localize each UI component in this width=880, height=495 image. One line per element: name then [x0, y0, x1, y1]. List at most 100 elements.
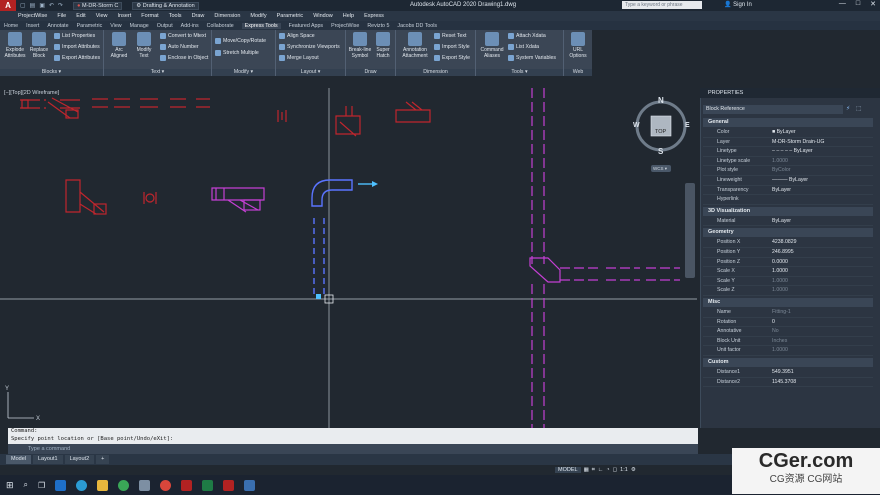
layout-group-label[interactable]: Layout ▾: [276, 69, 345, 76]
auto-number-button[interactable]: Auto Number: [160, 44, 199, 50]
property-section-misc[interactable]: Misc: [703, 298, 873, 307]
arc-aligned-button[interactable]: Arc Aligned: [106, 32, 132, 59]
property-row[interactable]: Layer M-DR-Storm Drain-UG: [703, 138, 873, 148]
ribbon-tab-manage[interactable]: Manage: [130, 23, 149, 29]
compass-north[interactable]: N: [658, 96, 664, 105]
system-variables-button[interactable]: System Variables: [508, 55, 556, 61]
property-value[interactable]: 246.8995: [772, 248, 794, 258]
list-properties-button[interactable]: List Properties: [54, 33, 95, 39]
vertical-scrollbar[interactable]: [685, 183, 695, 278]
model-space-toggle[interactable]: MODEL: [555, 467, 581, 473]
property-value[interactable]: 1145.3708: [772, 378, 796, 388]
excel-icon[interactable]: [202, 479, 214, 491]
layout-tab-add[interactable]: +: [96, 455, 110, 464]
reset-text-button[interactable]: Reset Text: [434, 33, 466, 39]
save-icon[interactable]: ▣: [39, 2, 45, 9]
blue-elbow-selected[interactable]: [311, 179, 378, 298]
property-row[interactable]: Block Unit Inches: [703, 337, 873, 347]
text-group-label[interactable]: Text ▾: [104, 69, 211, 76]
property-row[interactable]: Lineweight ——— ByLayer: [703, 176, 873, 186]
ribbon-tab-insert[interactable]: Insert: [26, 23, 39, 29]
menu-item-window[interactable]: Window: [313, 13, 333, 19]
windows-start-icon[interactable]: ⊞: [6, 480, 14, 491]
property-row[interactable]: Distance2 1145.3708: [703, 378, 873, 388]
property-row[interactable]: Color ■ ByLayer: [703, 128, 873, 138]
gear-icon[interactable]: ⚙: [631, 467, 636, 473]
command-aliases-button[interactable]: Command Aliases: [478, 32, 506, 59]
property-value[interactable]: 549.3951: [772, 368, 794, 378]
menu-item-tools[interactable]: Tools: [169, 13, 182, 19]
sign-in-button[interactable]: 👤 Sign In: [724, 1, 752, 8]
menu-item-projectwise[interactable]: ProjectWise: [18, 13, 47, 19]
property-value[interactable]: 1.0000: [772, 346, 788, 356]
selection-dropdown[interactable]: Block Reference: [703, 105, 843, 114]
property-value[interactable]: Inches: [772, 337, 787, 347]
chrome-icon[interactable]: [118, 479, 130, 491]
app-icon-2[interactable]: [244, 479, 256, 491]
quick-select-icon[interactable]: ⚡: [846, 105, 850, 112]
osnap-icon[interactable]: ◻: [613, 467, 618, 473]
property-row[interactable]: Scale Z 1.0000: [703, 286, 873, 296]
annotation-attachment-button[interactable]: Annotation Attachment: [398, 32, 432, 59]
property-row[interactable]: Plot style ByColor: [703, 166, 873, 176]
align-space-button[interactable]: Align Space: [279, 33, 315, 39]
workspace-dropdown[interactable]: ⚙ Drafting & Annotation: [132, 1, 199, 10]
autocad-logo-icon[interactable]: A: [0, 0, 16, 11]
move-copy-rotate-button[interactable]: Move/Copy/Rotate: [215, 38, 266, 44]
magenta-vertical-pipe[interactable]: [531, 88, 680, 428]
menu-item-help[interactable]: Help: [343, 13, 354, 19]
property-row[interactable]: Unit factor 1.0000: [703, 346, 873, 356]
task-view-icon[interactable]: ❐: [38, 481, 45, 490]
compass-west[interactable]: W: [633, 122, 640, 129]
menu-item-view[interactable]: View: [96, 13, 108, 19]
undo-icon[interactable]: ↶: [49, 2, 54, 9]
redo-icon[interactable]: ↷: [58, 2, 63, 9]
property-row[interactable]: Position Z 0.0000: [703, 258, 873, 268]
menu-item-insert[interactable]: Insert: [118, 13, 132, 19]
property-value[interactable]: 1.0000: [772, 286, 788, 296]
property-row[interactable]: Scale X 1.0000: [703, 267, 873, 277]
ribbon-tab-jacobs-dd-tools[interactable]: Jacobs DD Tools: [397, 23, 437, 29]
modify-text-button[interactable]: Modify Text: [131, 32, 157, 59]
property-value[interactable]: ByLayer: [772, 217, 791, 227]
property-section-custom[interactable]: Custom: [703, 358, 873, 367]
ribbon-tab-home[interactable]: Home: [4, 23, 18, 29]
merge-layout-button[interactable]: Merge Layout: [279, 55, 319, 61]
property-value[interactable]: 0.0000: [772, 258, 788, 268]
property-value[interactable]: – – – – – ByLayer: [772, 147, 813, 157]
compass-east[interactable]: E: [685, 122, 690, 129]
stretch-multiple-button[interactable]: Stretch Multiple: [215, 50, 259, 56]
property-row[interactable]: Position Y 246.8995: [703, 248, 873, 258]
property-row[interactable]: Hyperlink: [703, 195, 873, 205]
select-objects-icon[interactable]: ⬚: [856, 105, 862, 112]
open-icon[interactable]: ▤: [30, 2, 36, 9]
property-row[interactable]: Rotation 0: [703, 318, 873, 328]
ribbon-tab-express-tools[interactable]: Express Tools: [241, 22, 281, 29]
ortho-icon[interactable]: ∟: [598, 467, 603, 473]
property-value[interactable]: ByLayer: [772, 186, 791, 196]
property-value[interactable]: 1.0000: [772, 267, 788, 277]
menu-item-file[interactable]: File: [57, 13, 66, 19]
outlook-icon[interactable]: [55, 479, 67, 491]
layout-tab-model[interactable]: Model: [6, 455, 31, 464]
layer-dropdown[interactable]: ● M-DR-Storm C: [73, 1, 123, 10]
menu-item-express[interactable]: Express: [364, 13, 384, 19]
blocks-group-label[interactable]: Blocks ▾: [0, 69, 103, 76]
compass-south[interactable]: S: [658, 147, 663, 156]
search-input[interactable]: Type a keyword or phrase: [622, 1, 702, 9]
ribbon-tab-revizto-5[interactable]: Revizto 5: [367, 23, 389, 29]
red-fitting-wye-left[interactable]: [65, 179, 157, 215]
property-value[interactable]: 0: [772, 318, 775, 328]
grid-icon[interactable]: ▦: [584, 467, 589, 473]
viewcube[interactable]: [635, 100, 687, 172]
property-value[interactable]: 1.0000: [772, 157, 788, 167]
app-icon[interactable]: [139, 479, 151, 491]
layout-tab-layout1[interactable]: Layout1: [32, 455, 63, 464]
ribbon-tab-annotate[interactable]: Annotate: [47, 23, 68, 29]
url-options-button[interactable]: URL Options: [565, 32, 591, 59]
ribbon-tab-view[interactable]: View: [110, 23, 121, 29]
minimize-button[interactable]: —: [839, 0, 846, 8]
property-row[interactable]: Material ByLayer: [703, 217, 873, 227]
sync-viewports-button[interactable]: Synchronize Viewports: [279, 44, 340, 50]
red-pipe-group-top[interactable]: [20, 97, 287, 122]
